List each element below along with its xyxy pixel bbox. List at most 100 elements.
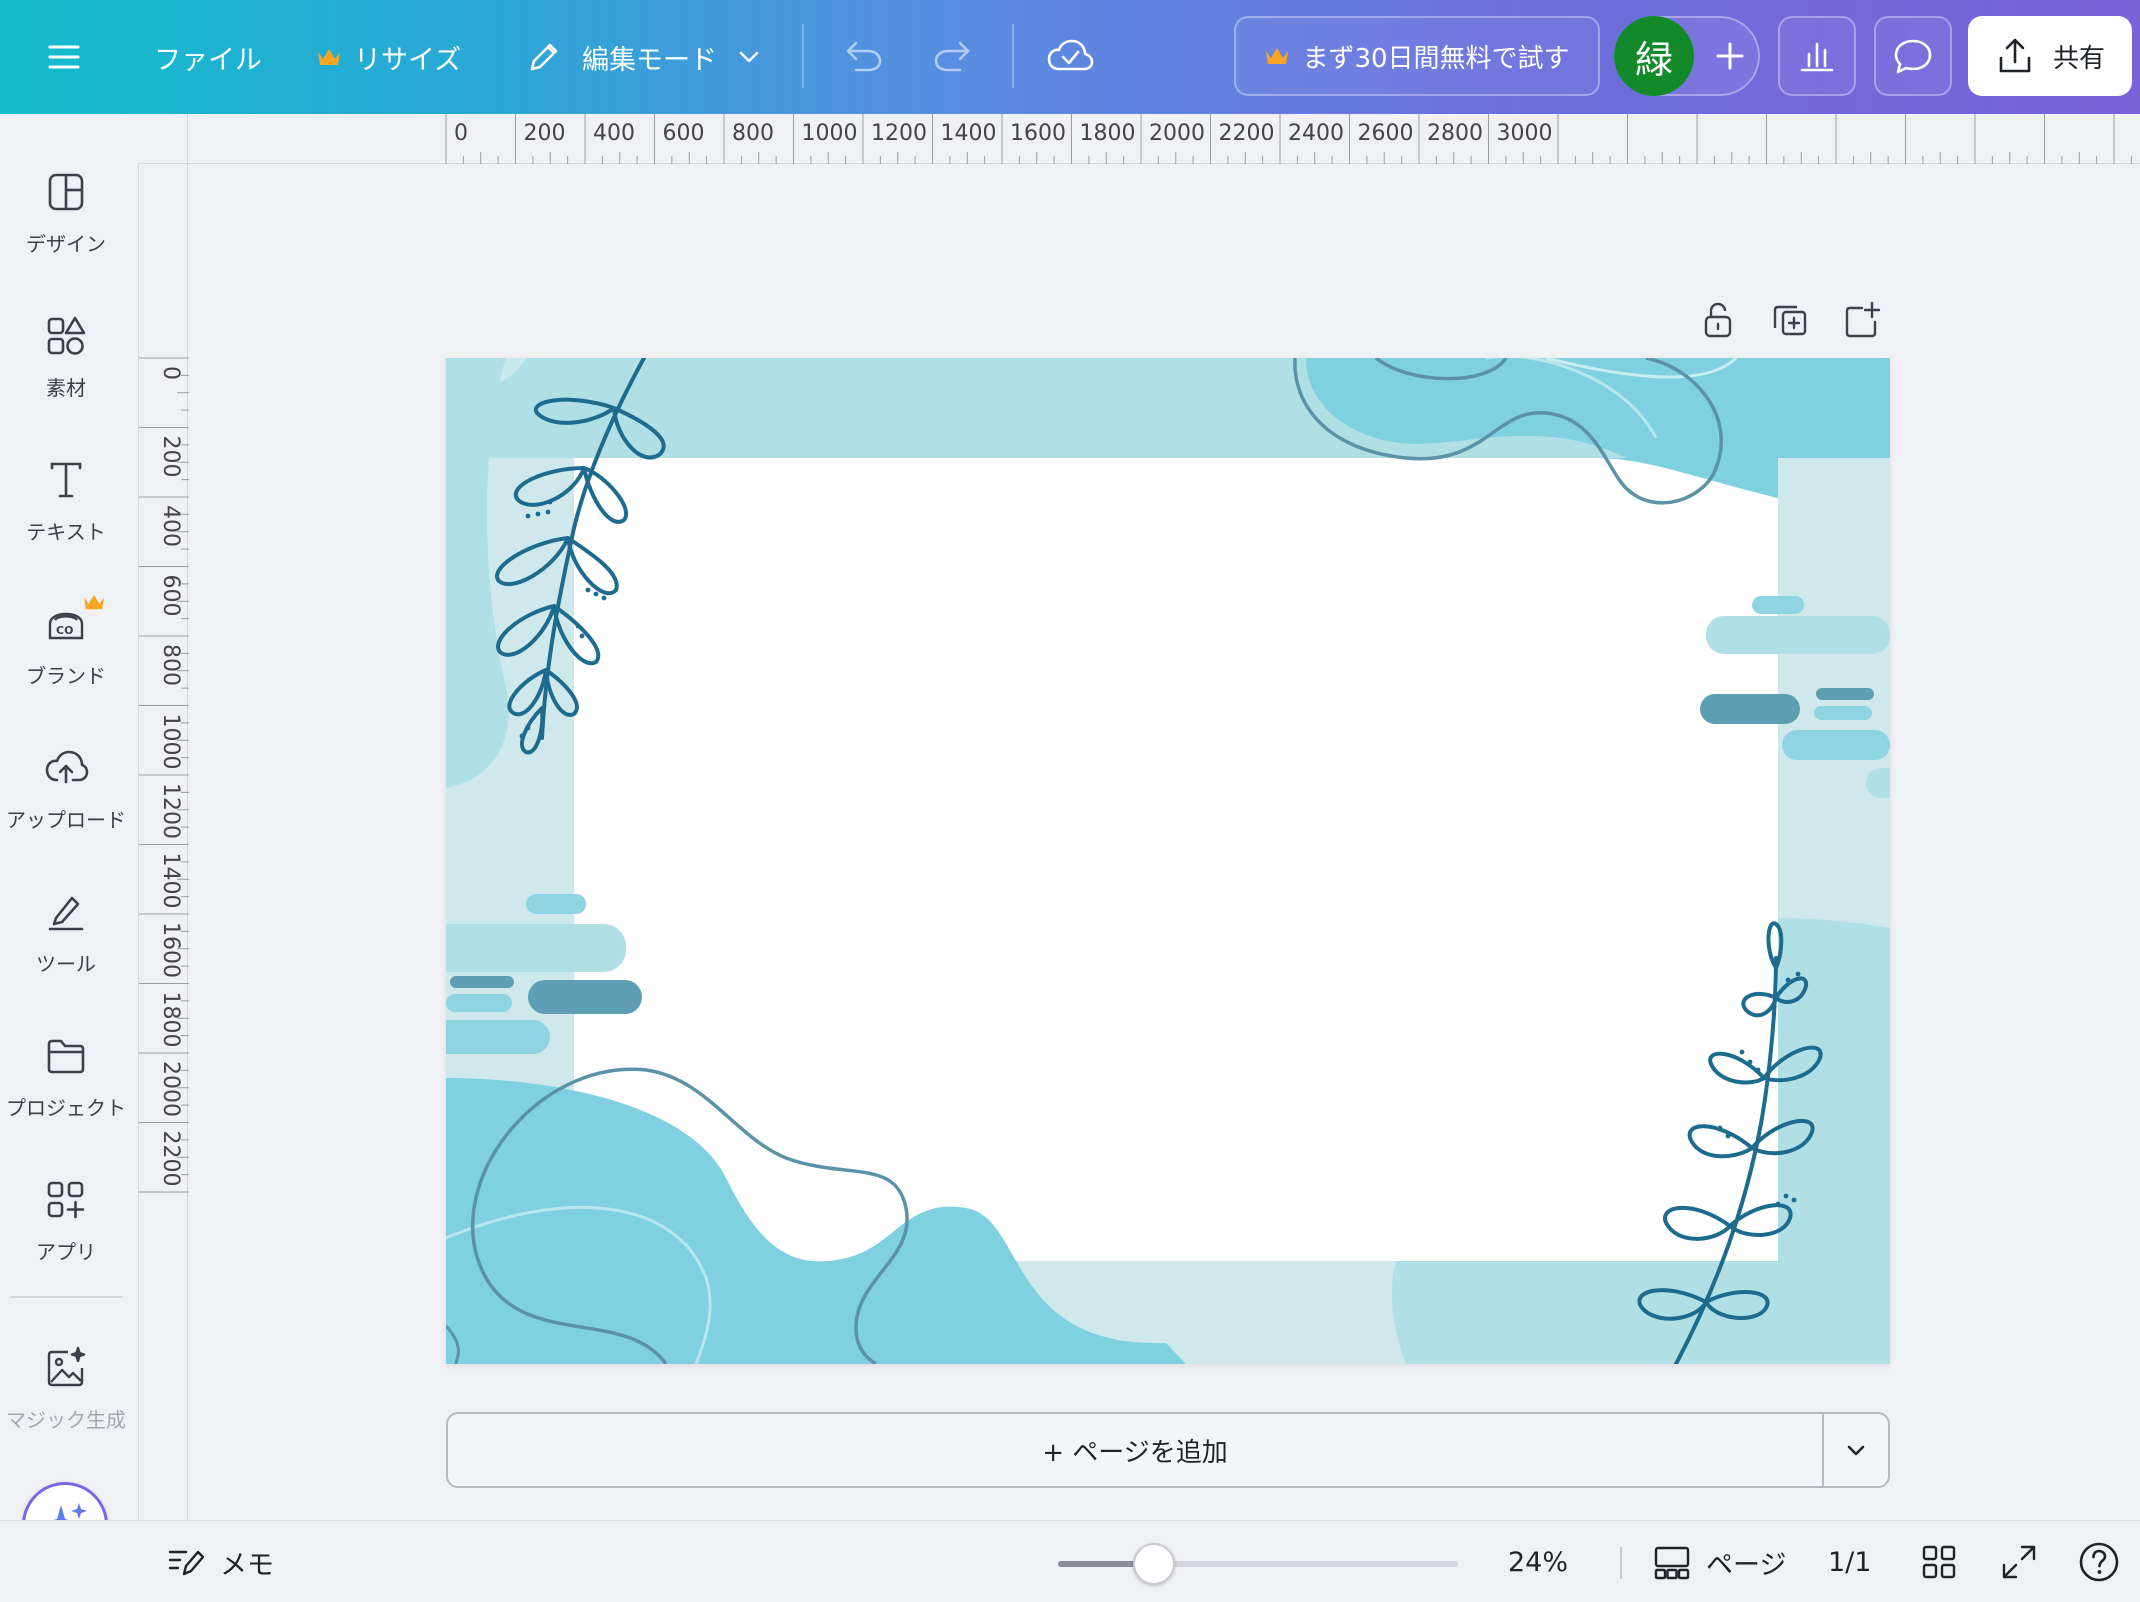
help-button[interactable]	[2078, 1521, 2120, 1602]
redo-button[interactable]	[932, 0, 976, 114]
pages-label: ページ	[1706, 1549, 1787, 1581]
vertical-ruler-ticks: 0 200 400 600 800 1000 1200 1400 1600 1800 2000 220…	[139, 357, 189, 1193]
zoom-slider[interactable]	[1058, 1543, 1458, 1585]
undo-icon	[846, 41, 882, 72]
lock-page-button[interactable]	[1698, 300, 1738, 340]
ruler-label: 200	[524, 121, 566, 146]
add-page-options-button[interactable]	[1822, 1414, 1888, 1486]
add-page-button[interactable]: + ページを追加	[448, 1414, 1822, 1486]
sidebar-item-label: ブランド	[26, 664, 106, 688]
grid-view-button[interactable]	[1920, 1521, 1958, 1602]
free-trial-button[interactable]: まず30日間無料で試す	[1234, 16, 1600, 96]
ruler-label: 1200	[158, 783, 183, 839]
sidebar-item-projects[interactable]: プロジェクト	[0, 1022, 132, 1152]
ruler-label: 2200	[1219, 121, 1275, 146]
ruler-label: 2800	[1427, 121, 1483, 146]
bottom-toolbar: メモ 24% ページ 1/1	[0, 1520, 2140, 1602]
ruler-label: 2000	[158, 1061, 183, 1117]
ruler-label: 1200	[871, 121, 927, 146]
ruler-label: 2400	[1288, 121, 1344, 146]
free-trial-label: まず30日間無料で試す	[1302, 43, 1570, 74]
sidebar-item-apps[interactable]: アプリ	[0, 1166, 132, 1296]
ruler-label: 800	[732, 121, 774, 146]
crown-icon	[1266, 48, 1289, 64]
sidebar-item-label: アップロード	[6, 808, 126, 832]
chevron-down-icon	[1847, 1445, 1865, 1456]
add-page-bar: + ページを追加	[446, 1412, 1890, 1488]
ruler-label: 2000	[1149, 121, 1205, 146]
duplicate-page-button[interactable]	[1770, 300, 1810, 340]
sidebar-item-label: 素材	[46, 376, 86, 400]
share-upload-icon	[1999, 38, 2031, 73]
chevron-down-icon	[739, 51, 759, 63]
crown-icon	[318, 49, 340, 65]
ruler-label: 1600	[1010, 121, 1066, 146]
menu-button[interactable]	[44, 0, 84, 114]
text-icon	[50, 462, 82, 498]
fullscreen-button[interactable]	[2000, 1521, 2038, 1602]
sidebar-item-design[interactable]: デザイン	[0, 158, 132, 288]
ruler-label: 600	[663, 121, 705, 146]
bar-chart-icon	[1800, 42, 1834, 72]
resize-button[interactable]: リサイズ	[316, 0, 461, 114]
page-layout-icon	[1654, 1546, 1690, 1580]
sidebar-item-label: プロジェクト	[6, 1096, 126, 1120]
toolbar-divider	[1012, 24, 1014, 88]
edit-mode-dropdown[interactable]: 編集モード	[524, 0, 763, 114]
sidebar-item-magic-media[interactable]: マジック生成	[0, 1334, 132, 1464]
avatar[interactable]: 緑	[1614, 16, 1694, 96]
bottom-divider	[1620, 1547, 1622, 1579]
sidebar-item-elements[interactable]: 素材	[0, 302, 132, 432]
notes-icon	[168, 1550, 205, 1576]
insights-button[interactable]	[1778, 16, 1856, 96]
sidebar-item-uploads[interactable]: アップロード	[0, 734, 132, 864]
file-menu-label: ファイル	[154, 44, 262, 76]
top-toolbar: ファイル リサイズ 編集モード まず30日間無料で試す 緑 共有	[0, 0, 2140, 114]
add-page-icon	[1845, 301, 1881, 338]
sidebar-item-tools[interactable]: ツール	[0, 878, 132, 1008]
plus-icon	[1716, 42, 1744, 70]
ruler-label: 2200	[158, 1131, 183, 1187]
file-menu-button[interactable]: ファイル	[154, 0, 262, 114]
page-count: 1/1	[1828, 1521, 1871, 1602]
sidebar-item-text[interactable]: テキスト	[0, 446, 132, 576]
zoom-level[interactable]: 24%	[1508, 1521, 1568, 1602]
ruler-label: 800	[158, 644, 183, 686]
add-page-label: + ページを追加	[1042, 1437, 1228, 1468]
sidebar-item-label: アプリ	[36, 1240, 96, 1264]
ruler-label: 1000	[158, 714, 183, 770]
resize-label: リサイズ	[354, 44, 462, 76]
toolbar-divider	[802, 24, 804, 88]
save-status-button[interactable]	[1046, 0, 1094, 114]
ruler-label: 2600	[1358, 121, 1414, 146]
zoom-slider-handle[interactable]	[1133, 1543, 1175, 1585]
sidebar-item-label: デザイン	[26, 232, 106, 256]
add-page-icon-button[interactable]	[1842, 300, 1882, 340]
notes-button[interactable]: メモ	[166, 1521, 274, 1602]
comments-button[interactable]	[1874, 16, 1952, 96]
ruler-label: 400	[593, 121, 635, 146]
sidebar-divider	[10, 1296, 122, 1298]
sidebar-item-brand[interactable]: CO ブランド	[0, 590, 132, 720]
svg-text:CO: CO	[56, 624, 73, 637]
zoom-level-label: 24%	[1508, 1546, 1569, 1578]
ruler-label: 400	[158, 505, 183, 547]
ruler-label: 1800	[1080, 121, 1136, 146]
ruler-label: 0	[158, 366, 183, 380]
apps-icon	[47, 1181, 85, 1219]
design-canvas-page[interactable]	[446, 358, 1890, 1364]
unlock-icon	[1704, 302, 1732, 338]
sidebar-item-label: テキスト	[26, 520, 106, 544]
undo-button[interactable]	[840, 0, 884, 114]
avatar-initial: 緑	[1634, 37, 1673, 82]
edit-mode-label: 編集モード	[582, 44, 717, 76]
left-sidebar: デザイン 素材 テキスト CO ブランド アップロード ツール プロジェクト ア…	[0, 114, 138, 1602]
page-count-label: 1/1	[1828, 1546, 1872, 1578]
ruler-label: 1800	[158, 992, 183, 1048]
invite-button[interactable]	[1700, 16, 1760, 96]
crown-icon	[84, 594, 104, 610]
share-button[interactable]: 共有	[1968, 16, 2132, 96]
folder-icon	[47, 1039, 85, 1074]
sidebar-item-label: ツール	[36, 952, 96, 976]
pages-view-button[interactable]: ページ	[1652, 1521, 1786, 1602]
